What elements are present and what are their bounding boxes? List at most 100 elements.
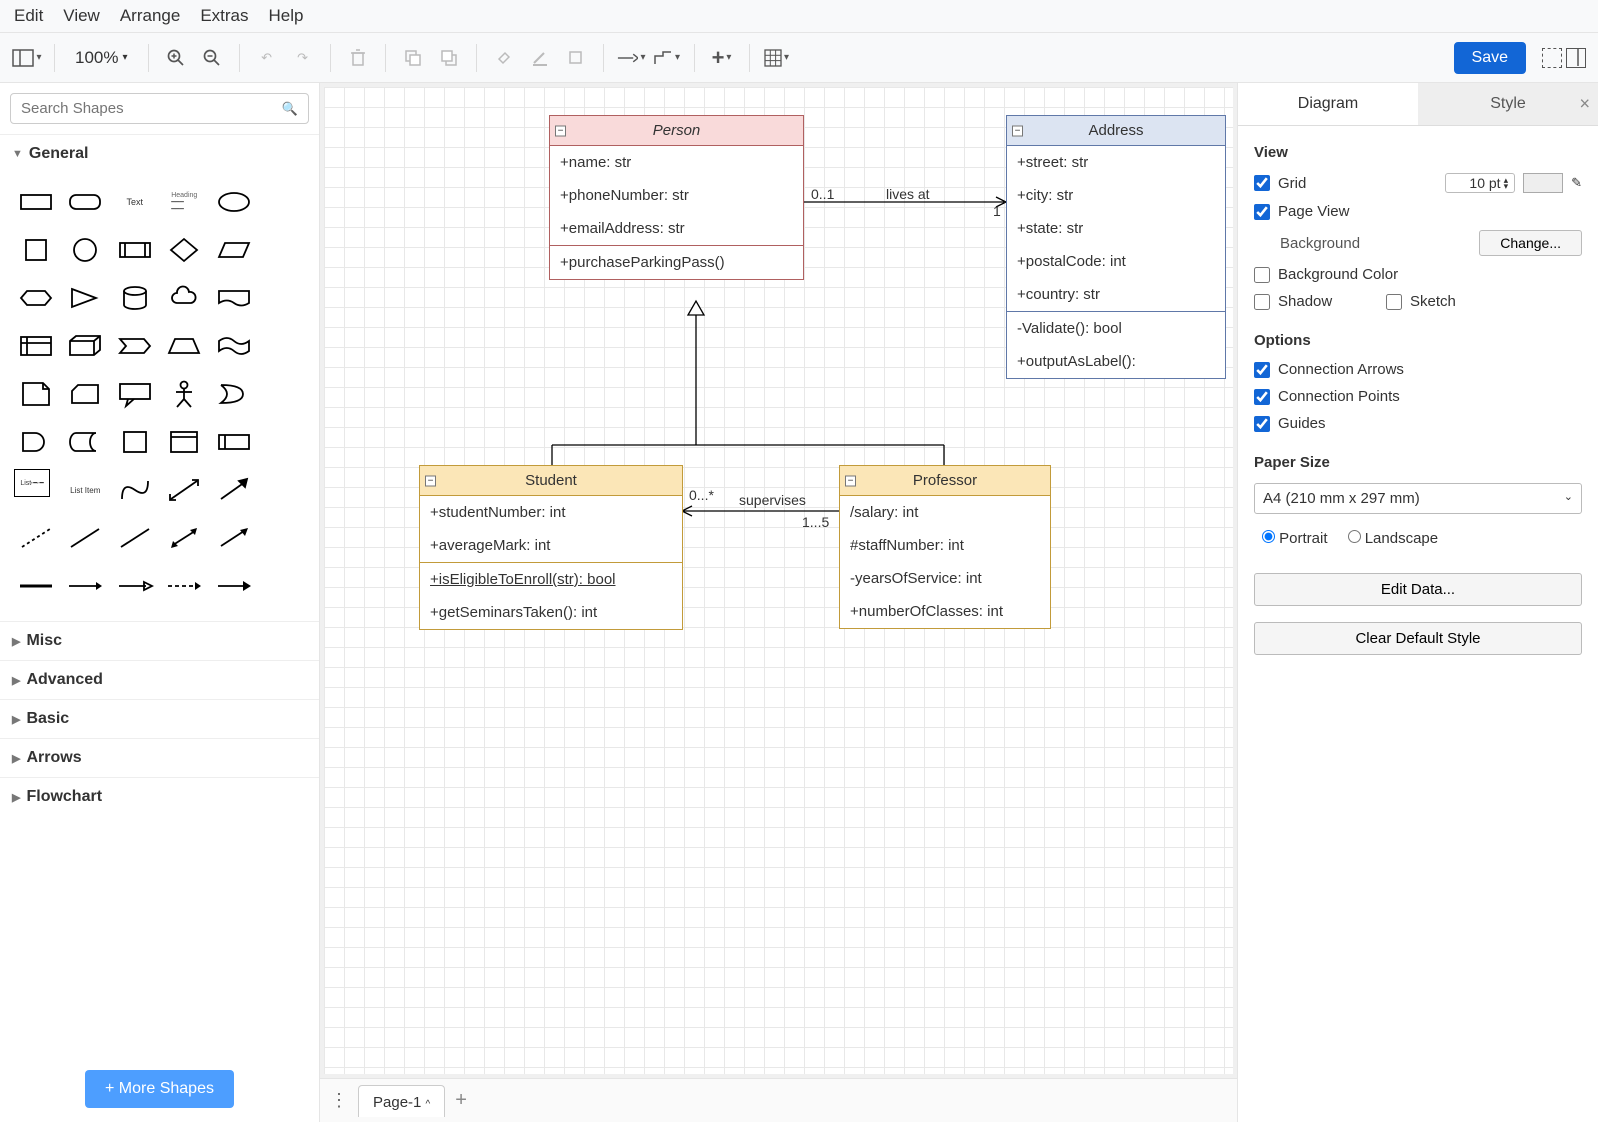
conn-points-checkbox[interactable] <box>1254 389 1270 405</box>
section-general[interactable]: ▼General <box>0 135 319 173</box>
shape-trapezoid[interactable] <box>163 325 207 367</box>
panels-toggle-icon[interactable]: ▾ <box>12 43 42 73</box>
line-color-icon[interactable] <box>525 43 555 73</box>
add-page-icon[interactable]: + <box>455 1089 467 1112</box>
menu-arrange[interactable]: Arrange <box>120 6 180 26</box>
shape-dashed-line[interactable] <box>14 517 58 559</box>
shape-note[interactable] <box>14 373 58 415</box>
shape-tape[interactable] <box>212 325 256 367</box>
edit-data-button[interactable]: Edit Data... <box>1254 573 1582 606</box>
zoom-in-icon[interactable] <box>161 43 191 73</box>
shape-textbox[interactable]: Heading━━━━━━ <box>163 181 207 223</box>
shape-hexagon[interactable] <box>14 277 58 319</box>
grid-size-input[interactable]: 10 pt▴▾ <box>1445 173 1515 193</box>
class-student[interactable]: −Student +studentNumber: int +averageMar… <box>419 465 683 630</box>
waypoint-style-icon[interactable]: ▾ <box>652 43 682 73</box>
shape-data-storage[interactable] <box>64 421 108 463</box>
shape-circle[interactable] <box>64 229 108 271</box>
edge-label-lives-at[interactable]: lives at <box>886 186 930 202</box>
shape-triangle[interactable] <box>64 277 108 319</box>
edge-label-supervises[interactable]: supervises <box>739 492 806 508</box>
menu-view[interactable]: View <box>63 6 100 26</box>
shape-line2[interactable] <box>113 517 157 559</box>
search-shapes[interactable]: 🔍 <box>10 93 309 124</box>
shape-list-item[interactable]: List Item <box>64 469 108 511</box>
sketch-checkbox[interactable] <box>1386 294 1402 310</box>
grid-color-swatch[interactable] <box>1523 173 1563 193</box>
section-misc[interactable]: ▶Misc <box>0 622 319 660</box>
section-advanced[interactable]: ▶Advanced <box>0 661 319 699</box>
collapse-icon[interactable]: − <box>425 475 436 486</box>
shape-step[interactable] <box>113 325 157 367</box>
eyedropper-icon[interactable]: ✎ <box>1571 175 1582 191</box>
shape-link-arrow2[interactable] <box>113 565 157 607</box>
shape-hcontainer[interactable] <box>212 421 256 463</box>
table-icon[interactable]: ▾ <box>762 43 792 73</box>
shape-frame[interactable] <box>163 421 207 463</box>
shape-actor[interactable] <box>163 373 207 415</box>
shape-bidir-line[interactable] <box>163 517 207 559</box>
shape-link-arrow4[interactable] <box>212 565 256 607</box>
shape-and[interactable] <box>14 421 58 463</box>
bgcolor-checkbox[interactable] <box>1254 267 1270 283</box>
section-arrows[interactable]: ▶Arrows <box>0 739 319 777</box>
shape-line[interactable] <box>64 517 108 559</box>
to-back-icon[interactable] <box>434 43 464 73</box>
shape-cylinder[interactable] <box>113 277 157 319</box>
search-input[interactable] <box>21 100 282 117</box>
shape-diamond[interactable] <box>163 229 207 271</box>
collapse-icon[interactable]: − <box>555 125 566 136</box>
collapse-icon[interactable]: − <box>1012 125 1023 136</box>
redo-icon[interactable]: ↷ <box>288 43 318 73</box>
shape-link-arrow3[interactable] <box>163 565 207 607</box>
shape-dir-line[interactable] <box>212 517 256 559</box>
shape-rect[interactable] <box>14 181 58 223</box>
close-icon[interactable]: × <box>1579 94 1590 115</box>
section-basic[interactable]: ▶Basic <box>0 700 319 738</box>
format-panel-toggle-icon[interactable] <box>1566 48 1586 68</box>
shape-bidir-arrow[interactable] <box>163 469 207 511</box>
undo-icon[interactable]: ↶ <box>252 43 282 73</box>
shape-link-arrow1[interactable] <box>64 565 108 607</box>
save-button[interactable]: Save <box>1454 42 1526 74</box>
shape-rounded-rect[interactable] <box>64 181 108 223</box>
shadow-toggle-icon[interactable] <box>561 43 591 73</box>
tab-style[interactable]: Style× <box>1418 83 1598 125</box>
fullscreen-icon[interactable] <box>1542 48 1562 68</box>
shape-link-solid[interactable] <box>14 565 58 607</box>
portrait-radio[interactable]: Portrait <box>1262 530 1328 547</box>
shape-container[interactable] <box>113 421 157 463</box>
conn-arrows-checkbox[interactable] <box>1254 362 1270 378</box>
shape-card[interactable] <box>64 373 108 415</box>
shape-ellipse[interactable] <box>212 181 256 223</box>
change-background-button[interactable]: Change... <box>1479 230 1582 256</box>
fill-color-icon[interactable] <box>489 43 519 73</box>
shadow-checkbox[interactable] <box>1254 294 1270 310</box>
shape-arrow[interactable] <box>212 469 256 511</box>
shape-curve[interactable] <box>113 469 157 511</box>
shape-square[interactable] <box>14 229 58 271</box>
grid-checkbox[interactable] <box>1254 175 1270 191</box>
shape-callout[interactable] <box>113 373 157 415</box>
edge-mult-dst2[interactable]: 1...5 <box>802 514 829 530</box>
shape-internal-storage[interactable] <box>14 325 58 367</box>
tab-diagram[interactable]: Diagram <box>1238 83 1418 125</box>
shape-list[interactable]: List━━ <box>14 469 50 497</box>
shape-or[interactable] <box>212 373 256 415</box>
delete-icon[interactable] <box>343 43 373 73</box>
shape-cube[interactable] <box>64 325 108 367</box>
more-shapes-button[interactable]: + More Shapes <box>85 1070 234 1108</box>
landscape-radio[interactable]: Landscape <box>1348 530 1439 547</box>
class-person[interactable]: −Person +name: str +phoneNumber: str +em… <box>549 115 804 280</box>
shape-cloud[interactable] <box>163 277 207 319</box>
clear-style-button[interactable]: Clear Default Style <box>1254 622 1582 655</box>
edge-mult-src[interactable]: 0..1 <box>811 186 834 202</box>
shape-parallelogram[interactable] <box>212 229 256 271</box>
zoom-level[interactable]: 100% ▾ <box>67 48 136 68</box>
collapse-icon[interactable]: − <box>845 475 856 486</box>
guides-checkbox[interactable] <box>1254 416 1270 432</box>
shape-document[interactable] <box>212 277 256 319</box>
connection-style-icon[interactable]: ▾ <box>616 43 646 73</box>
class-address[interactable]: −Address +street: str +city: str +state:… <box>1006 115 1226 379</box>
menu-extras[interactable]: Extras <box>200 6 248 26</box>
